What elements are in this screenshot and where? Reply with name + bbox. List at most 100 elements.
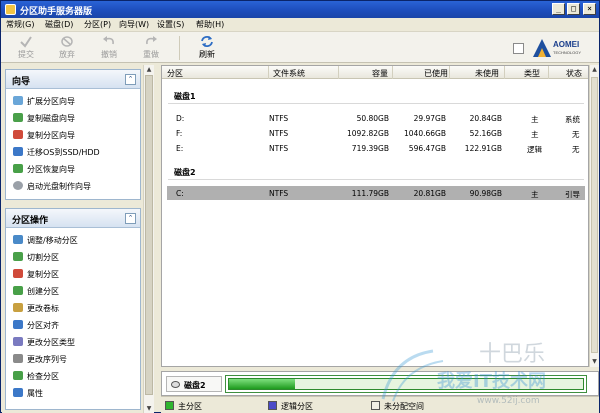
table-row-selected[interactable]: C: NTFS 111.79GB 20.81GB 90.98GB 主 引导 — [167, 186, 585, 200]
disk-map-label-box[interactable]: 磁盘2 — [166, 376, 222, 392]
wizard-item-extend[interactable]: 扩展分区向导 — [6, 92, 140, 109]
close-button[interactable]: × — [583, 3, 596, 15]
discard-button[interactable]: 放弃 — [52, 34, 82, 62]
scroll-up-icon[interactable]: ▲ — [144, 65, 154, 74]
sidebar-scrollbar[interactable]: ▲ ▼ — [143, 65, 154, 413]
col-partition[interactable]: 分区 — [167, 68, 183, 79]
ops-item-resize[interactable]: 调整/移动分区 — [6, 231, 140, 248]
ops-item-label: 分区对齐 — [27, 321, 59, 330]
legend-label: 主分区 — [178, 402, 202, 411]
table-scrollbar[interactable]: ▲ ▼ — [589, 65, 599, 367]
undo-button[interactable]: 撤销 — [94, 34, 124, 62]
extend-partition-icon — [13, 96, 23, 105]
window-title: 分区助手服务器版 — [20, 7, 93, 17]
copy-partition-icon — [13, 130, 23, 139]
column-divider[interactable] — [338, 66, 339, 79]
cell-free: 90.98GB — [469, 189, 502, 198]
ops-item-label[interactable]: 更改卷标 — [6, 299, 140, 316]
col-used[interactable]: 已使用 — [424, 68, 448, 79]
change-label-icon — [13, 303, 23, 312]
maximize-button[interactable]: □ — [567, 3, 580, 15]
copy-disk-icon — [13, 113, 23, 122]
collapse-icon[interactable]: ⌃ — [125, 213, 136, 224]
disk-label[interactable]: 磁盘1 — [174, 91, 196, 102]
ops-item-properties[interactable]: 属性 — [6, 384, 140, 401]
migrate-os-icon — [13, 147, 23, 156]
cell-capacity: 719.39GB — [351, 144, 389, 153]
menu-settings[interactable]: 设置(S) — [157, 19, 184, 30]
scroll-up-icon[interactable]: ▲ — [590, 65, 599, 74]
cell-partition: F: — [176, 129, 183, 138]
cell-free: 52.16GB — [469, 129, 502, 138]
wizard-item-copy-disk[interactable]: 复制磁盘向导 — [6, 109, 140, 126]
wizard-item-migrate-os[interactable]: 迁移OS到SSD/HDD — [6, 143, 140, 160]
ops-item-label: 属性 — [27, 389, 43, 398]
ops-item-label: 切割分区 — [27, 253, 59, 262]
ops-item-label: 创建分区 — [27, 287, 59, 296]
option-checkbox[interactable] — [513, 43, 524, 54]
scroll-down-icon[interactable]: ▼ — [590, 357, 599, 366]
ops-item-create[interactable]: 创建分区 — [6, 282, 140, 299]
ops-item-serial[interactable]: 更改序列号 — [6, 350, 140, 367]
table-row[interactable]: E: NTFS 719.39GB 596.47GB 122.91GB 逻辑 无 — [167, 141, 585, 155]
wizard-item-recover[interactable]: 分区恢复向导 — [6, 160, 140, 177]
ops-item-split[interactable]: 切割分区 — [6, 248, 140, 265]
menu-partition[interactable]: 分区(P) — [84, 19, 111, 30]
col-type[interactable]: 类型 — [524, 68, 540, 79]
collapse-icon[interactable]: ⌃ — [125, 74, 136, 85]
minimize-button[interactable]: _ — [552, 3, 565, 15]
redo-button[interactable]: 重做 — [136, 34, 166, 62]
ops-panel-header[interactable]: 分区操作 ⌃ — [6, 209, 140, 228]
table-row[interactable]: D: NTFS 50.80GB 29.97GB 20.84GB 主 系统 — [167, 111, 585, 125]
menu-wizard[interactable]: 向导(W) — [119, 19, 149, 30]
cell-capacity: 1092.82GB — [347, 129, 389, 138]
column-divider[interactable] — [504, 66, 505, 79]
title-bar: 分区助手服务器版 _ □ × — [1, 1, 599, 18]
cell-used: 20.81GB — [413, 189, 446, 198]
wizard-panel: 向导 ⌃ 扩展分区向导 复制磁盘向导 复制分区向导 迁移OS到SSD/HDD 分… — [5, 69, 141, 200]
ops-item-check[interactable]: 检查分区 — [6, 367, 140, 384]
col-capacity[interactable]: 容量 — [372, 68, 388, 79]
col-status[interactable]: 状态 — [566, 68, 582, 79]
ops-item-copy[interactable]: 复制分区 — [6, 265, 140, 282]
ops-item-label: 更改卷标 — [27, 304, 59, 313]
wizard-item-bootable-cd[interactable]: 启动光盘制作向导 — [6, 177, 140, 194]
column-divider[interactable] — [268, 66, 269, 79]
disk-divider — [168, 179, 584, 180]
sidebar-scroll-thumb[interactable] — [145, 75, 153, 395]
scroll-down-icon[interactable]: ▼ — [144, 404, 154, 413]
refresh-button[interactable]: 刷新 — [192, 34, 222, 62]
logo-brand: AOMEI — [553, 40, 580, 49]
cell-type: 逻辑 — [527, 145, 542, 154]
change-serial-icon — [13, 354, 23, 363]
column-divider[interactable] — [449, 66, 450, 79]
aomei-logo: AOMEI TECHNOLOGY — [513, 35, 595, 61]
cell-status: 无 — [572, 130, 580, 139]
table-scroll-thumb[interactable] — [591, 77, 598, 353]
disk-map-partition-c[interactable] — [225, 375, 587, 393]
wizard-item-label: 扩展分区向导 — [27, 97, 75, 106]
menu-help[interactable]: 帮助(H) — [196, 19, 224, 30]
disk-label[interactable]: 磁盘2 — [174, 167, 196, 178]
column-divider[interactable] — [548, 66, 549, 79]
table-row[interactable]: F: NTFS 1092.82GB 1040.66GB 52.16GB 主 无 — [167, 126, 585, 140]
wizard-item-copy-partition[interactable]: 复制分区向导 — [6, 126, 140, 143]
cell-free: 20.84GB — [469, 114, 502, 123]
ops-item-align[interactable]: 分区对齐 — [6, 316, 140, 333]
disk-divider — [168, 103, 584, 104]
menu-general[interactable]: 常规(G) — [6, 19, 34, 30]
col-filesystem[interactable]: 文件系统 — [273, 68, 305, 79]
menu-disk[interactable]: 磁盘(D) — [45, 19, 73, 30]
disk-map: 磁盘2 — [161, 371, 599, 396]
col-free[interactable]: 未使用 — [475, 68, 499, 79]
redo-label: 重做 — [143, 50, 159, 59]
table-header: 分区 文件系统 容量 已使用 未使用 类型 状态 — [162, 66, 588, 79]
column-divider[interactable] — [392, 66, 393, 79]
commit-button[interactable]: 提交 — [11, 34, 41, 62]
disk-map-label: 磁盘2 — [184, 381, 206, 390]
wizard-panel-title: 向导 — [12, 77, 31, 87]
wizard-panel-header[interactable]: 向导 ⌃ — [6, 70, 140, 89]
cell-used: 1040.66GB — [404, 129, 446, 138]
ops-item-change-type[interactable]: 更改分区类型 — [6, 333, 140, 350]
undo-label: 撤销 — [101, 50, 117, 59]
